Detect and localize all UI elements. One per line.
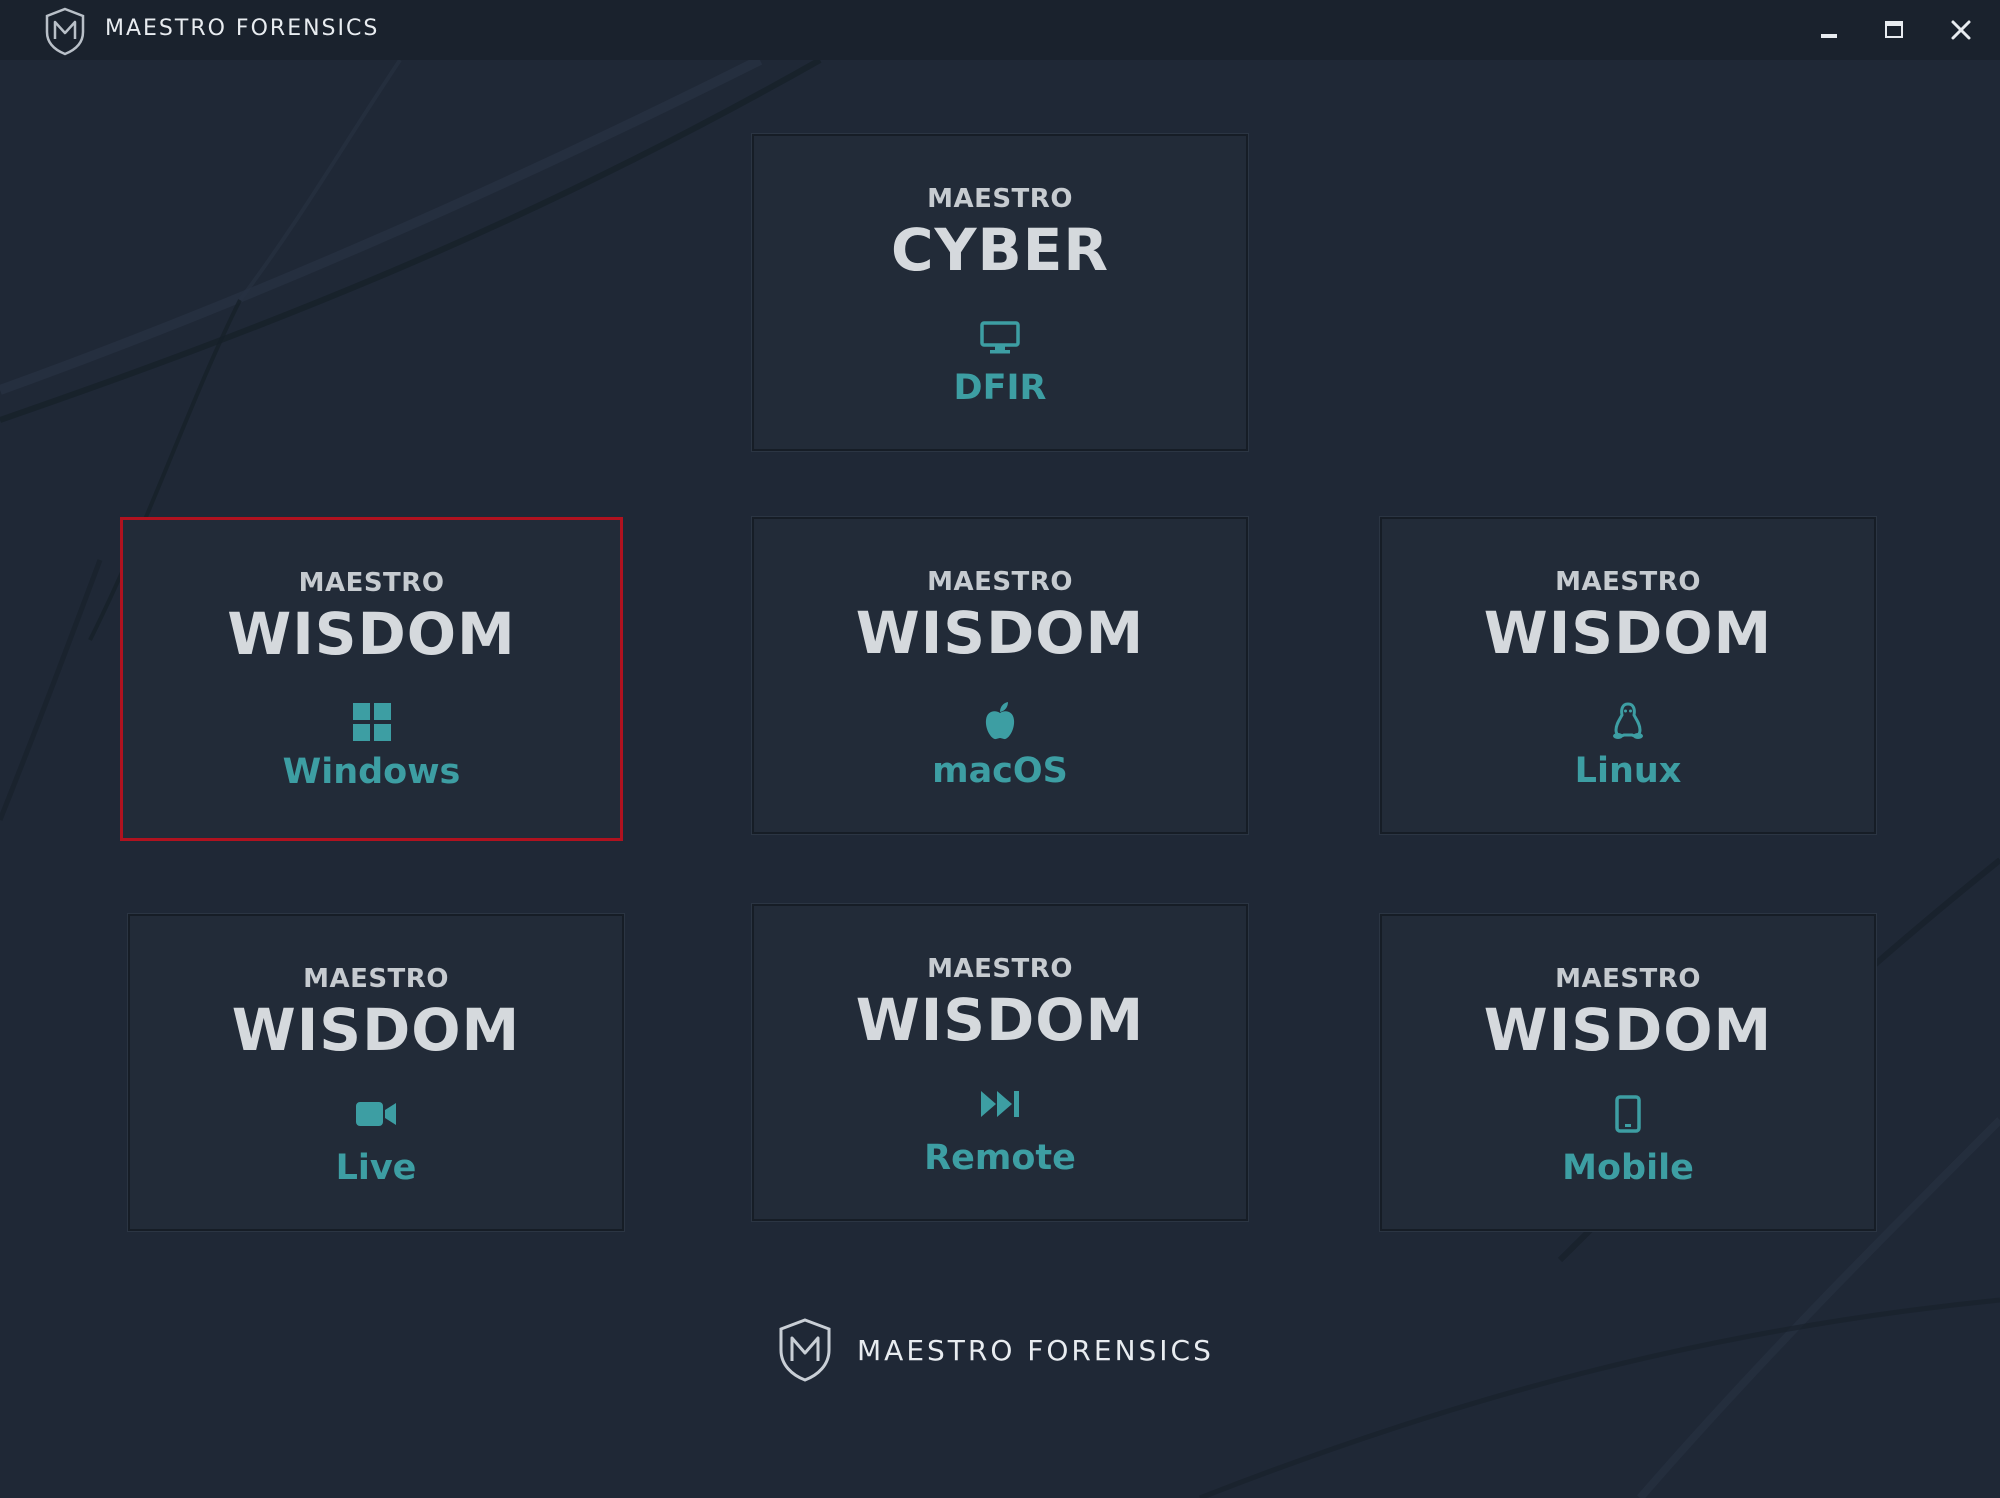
tile-wisdom-macos[interactable]: MAESTRO WISDOM macOS bbox=[752, 517, 1248, 834]
tile-brand: MAESTRO bbox=[1555, 567, 1701, 597]
tile-wisdom-windows[interactable]: MAESTRO WISDOM Windows bbox=[120, 517, 623, 841]
mobile-phone-icon bbox=[1615, 1095, 1641, 1133]
window-title: MAESTRO FORENSICS bbox=[105, 16, 380, 41]
tile-subtitle: Linux bbox=[1574, 751, 1682, 791]
tile-brand: MAESTRO bbox=[298, 568, 445, 598]
title-bar[interactable]: MAESTRO FORENSICS bbox=[0, 0, 2000, 60]
linux-icon bbox=[1613, 702, 1643, 739]
tile-brand: MAESTRO bbox=[927, 567, 1073, 597]
close-button[interactable] bbox=[1935, 8, 1987, 52]
tile-subtitle: Live bbox=[335, 1148, 417, 1188]
tile-product: CYBER bbox=[890, 216, 1110, 284]
tile-wisdom-mobile[interactable]: MAESTRO WISDOM Mobile bbox=[1380, 914, 1876, 1231]
apple-icon bbox=[985, 702, 1015, 740]
fast-forward-icon bbox=[981, 1091, 1019, 1117]
tile-brand: MAESTRO bbox=[927, 184, 1073, 214]
tile-brand: MAESTRO bbox=[1555, 964, 1701, 994]
tile-wisdom-linux[interactable]: MAESTRO WISDOM Linux bbox=[1380, 517, 1876, 834]
minimize-button[interactable] bbox=[1803, 8, 1855, 52]
footer-brand-text: MAESTRO FORENSICS bbox=[857, 1334, 1214, 1367]
tile-subtitle: DFIR bbox=[953, 368, 1047, 408]
tile-cyber-dfir[interactable]: MAESTRO CYBER DFIR bbox=[752, 134, 1248, 451]
footer-brand: MAESTRO FORENSICS bbox=[775, 1312, 1235, 1392]
tile-wisdom-live[interactable]: MAESTRO WISDOM Live bbox=[128, 914, 624, 1231]
tile-product: WISDOM bbox=[1483, 996, 1773, 1064]
tile-subtitle: Remote bbox=[924, 1138, 1076, 1178]
minimize-icon bbox=[1821, 34, 1837, 38]
video-camera-icon bbox=[356, 1102, 396, 1126]
tile-product: WISDOM bbox=[227, 600, 516, 668]
maximize-icon bbox=[1885, 21, 1903, 38]
tile-wisdom-remote[interactable]: MAESTRO WISDOM Remote bbox=[752, 904, 1248, 1221]
tile-product: WISDOM bbox=[855, 599, 1145, 667]
monitor-icon bbox=[980, 321, 1020, 354]
app-logo-icon bbox=[45, 7, 85, 56]
tile-subtitle: Mobile bbox=[1562, 1148, 1694, 1188]
close-icon bbox=[1951, 20, 1971, 40]
tile-subtitle: Windows bbox=[282, 752, 461, 792]
tile-product: WISDOM bbox=[1483, 599, 1773, 667]
windows-icon bbox=[352, 703, 391, 741]
tile-subtitle: macOS bbox=[932, 751, 1068, 791]
tile-product: WISDOM bbox=[855, 986, 1145, 1054]
app-window: MAESTRO FORENSICS MAESTRO CYBER DFIR MAE… bbox=[0, 0, 2000, 1498]
tile-brand: MAESTRO bbox=[303, 964, 449, 994]
shield-logo-icon bbox=[779, 1318, 831, 1382]
tile-brand: MAESTRO bbox=[927, 954, 1073, 984]
tile-product: WISDOM bbox=[231, 996, 521, 1064]
maximize-button[interactable] bbox=[1868, 8, 1920, 52]
